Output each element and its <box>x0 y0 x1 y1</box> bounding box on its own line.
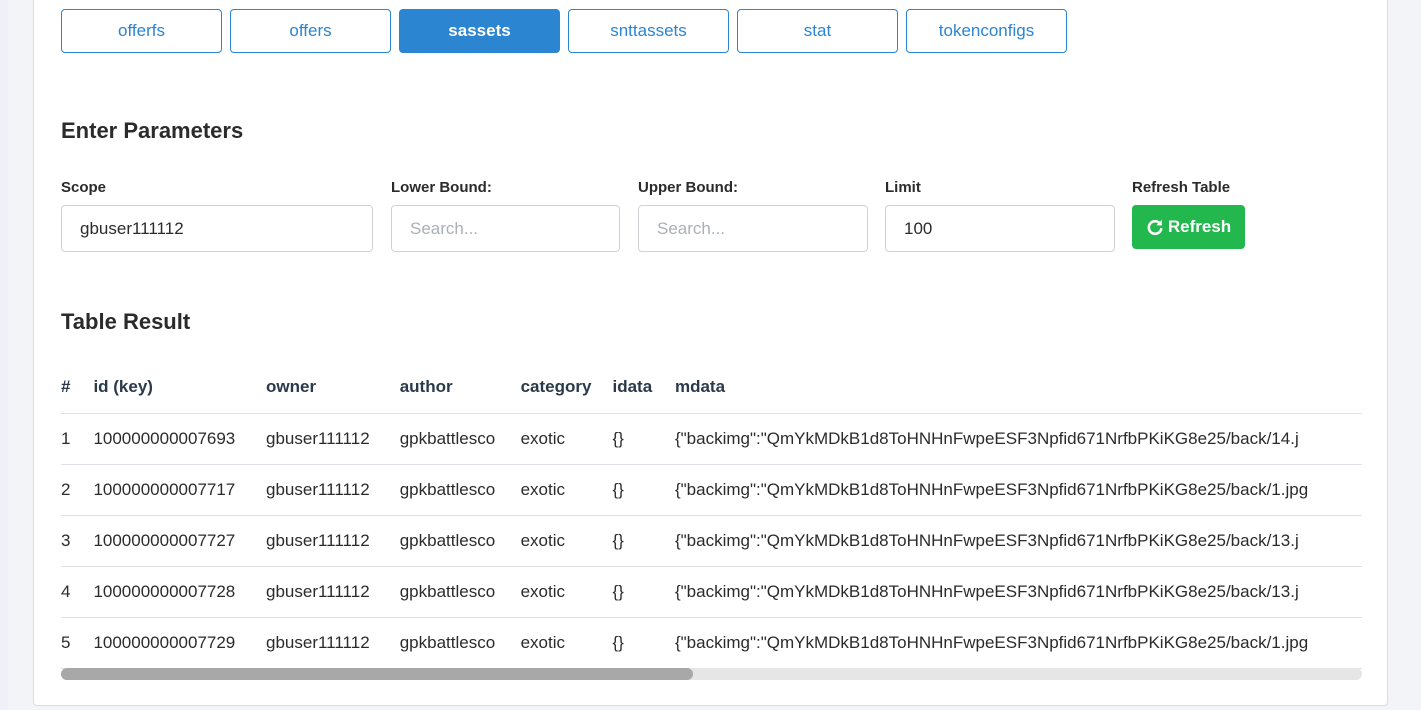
table-tabs: offerfs offers sassets snttassets stat t… <box>61 9 1067 53</box>
limit-label: Limit <box>885 179 921 196</box>
cell-mdata: {"backimg":"QmYkMDkB1d8ToHNHnFwpeESF3Npf… <box>674 617 1362 669</box>
lower-bound-input[interactable] <box>391 205 620 252</box>
scope-input[interactable] <box>61 205 373 252</box>
upper-bound-label: Upper Bound: <box>638 179 738 196</box>
cell-category: exotic <box>520 515 613 567</box>
cell-author: gpkbattlesco <box>399 617 521 669</box>
col-header-index: # <box>61 360 94 414</box>
cell-index: 5 <box>61 617 94 669</box>
cell-index: 4 <box>61 566 94 618</box>
scope-label: Scope <box>61 179 107 196</box>
cell-author: gpkbattlesco <box>399 464 521 516</box>
horizontal-scrollbar[interactable] <box>61 668 1362 680</box>
cell-author: gpkbattlesco <box>399 515 521 567</box>
cell-author: gpkbattlesco <box>399 413 521 465</box>
col-header-author: author <box>399 360 521 414</box>
cell-index: 1 <box>61 413 94 465</box>
col-header-category: category <box>520 360 613 414</box>
table-row: 2 100000000007717 gbuser111112 gpkbattle… <box>61 464 1362 516</box>
table-row: 4 100000000007728 gbuser111112 gpkbattle… <box>61 566 1362 618</box>
refresh-icon <box>1146 218 1164 236</box>
cell-owner: gbuser111112 <box>266 413 400 465</box>
tab-offerfs[interactable]: offerfs <box>61 9 222 53</box>
lower-bound-label: Lower Bound: <box>391 179 492 196</box>
cell-category: exotic <box>520 413 613 465</box>
params-title: Enter Parameters <box>61 118 244 143</box>
refresh-button[interactable]: Refresh <box>1132 205 1245 249</box>
page-left-edge <box>0 0 8 710</box>
cell-idata: {} <box>612 617 675 669</box>
refresh-button-label: Refresh <box>1167 217 1232 236</box>
cell-mdata: {"backimg":"QmYkMDkB1d8ToHNHnFwpeESF3Npf… <box>674 515 1362 567</box>
col-header-mdata: mdata <box>674 360 1362 414</box>
table-row: 5 100000000007729 gbuser111112 gpkbattle… <box>61 617 1362 669</box>
cell-category: exotic <box>520 464 613 516</box>
result-title: Table Result <box>61 309 191 334</box>
cell-owner: gbuser111112 <box>266 566 400 618</box>
cell-author: gpkbattlesco <box>399 566 521 618</box>
table-header-row: # id (key) owner author category idata m… <box>61 360 1362 414</box>
tab-stat[interactable]: stat <box>737 9 898 53</box>
cell-id: 100000000007727 <box>93 515 266 567</box>
col-header-id: id (key) <box>93 360 266 414</box>
cell-owner: gbuser111112 <box>266 617 400 669</box>
tab-tokenconfigs[interactable]: tokenconfigs <box>906 9 1067 53</box>
refresh-table-label: Refresh Table <box>1132 179 1231 196</box>
tab-sassets[interactable]: sassets <box>399 9 560 53</box>
cell-mdata: {"backimg":"QmYkMDkB1d8ToHNHnFwpeESF3Npf… <box>674 413 1362 465</box>
cell-id: 100000000007693 <box>93 413 266 465</box>
table-row: 3 100000000007727 gbuser111112 gpkbattle… <box>61 515 1362 567</box>
scrollbar-thumb[interactable] <box>61 668 693 680</box>
col-header-owner: owner <box>266 360 400 414</box>
tab-snttassets[interactable]: snttassets <box>568 9 729 53</box>
upper-bound-input[interactable] <box>638 205 868 252</box>
scope-field: Scope <box>61 179 373 252</box>
limit-field: Limit <box>885 179 1115 252</box>
upper-bound-field: Upper Bound: <box>638 179 868 252</box>
cell-id: 100000000007728 <box>93 566 266 618</box>
table-row: 1 100000000007693 gbuser111112 gpkbattle… <box>61 413 1362 465</box>
cell-idata: {} <box>612 413 675 465</box>
cell-mdata: {"backimg":"QmYkMDkB1d8ToHNHnFwpeESF3Npf… <box>674 566 1362 618</box>
limit-input[interactable] <box>885 205 1115 252</box>
cell-index: 3 <box>61 515 94 567</box>
cell-owner: gbuser111112 <box>266 515 400 567</box>
cell-id: 100000000007717 <box>93 464 266 516</box>
cell-idata: {} <box>612 566 675 618</box>
cell-mdata: {"backimg":"QmYkMDkB1d8ToHNHnFwpeESF3Npf… <box>674 464 1362 516</box>
result-table-container: # id (key) owner author category idata m… <box>61 360 1362 680</box>
lower-bound-field: Lower Bound: <box>391 179 620 252</box>
cell-category: exotic <box>520 566 613 618</box>
cell-index: 2 <box>61 464 94 516</box>
col-header-idata: idata <box>612 360 675 414</box>
cell-category: exotic <box>520 617 613 669</box>
cell-id: 100000000007729 <box>93 617 266 669</box>
cell-owner: gbuser111112 <box>266 464 400 516</box>
refresh-field: Refresh Table Refresh <box>1132 179 1245 249</box>
cell-idata: {} <box>612 515 675 567</box>
tab-offers[interactable]: offers <box>230 9 391 53</box>
cell-idata: {} <box>612 464 675 516</box>
result-table: # id (key) owner author category idata m… <box>61 360 1362 669</box>
